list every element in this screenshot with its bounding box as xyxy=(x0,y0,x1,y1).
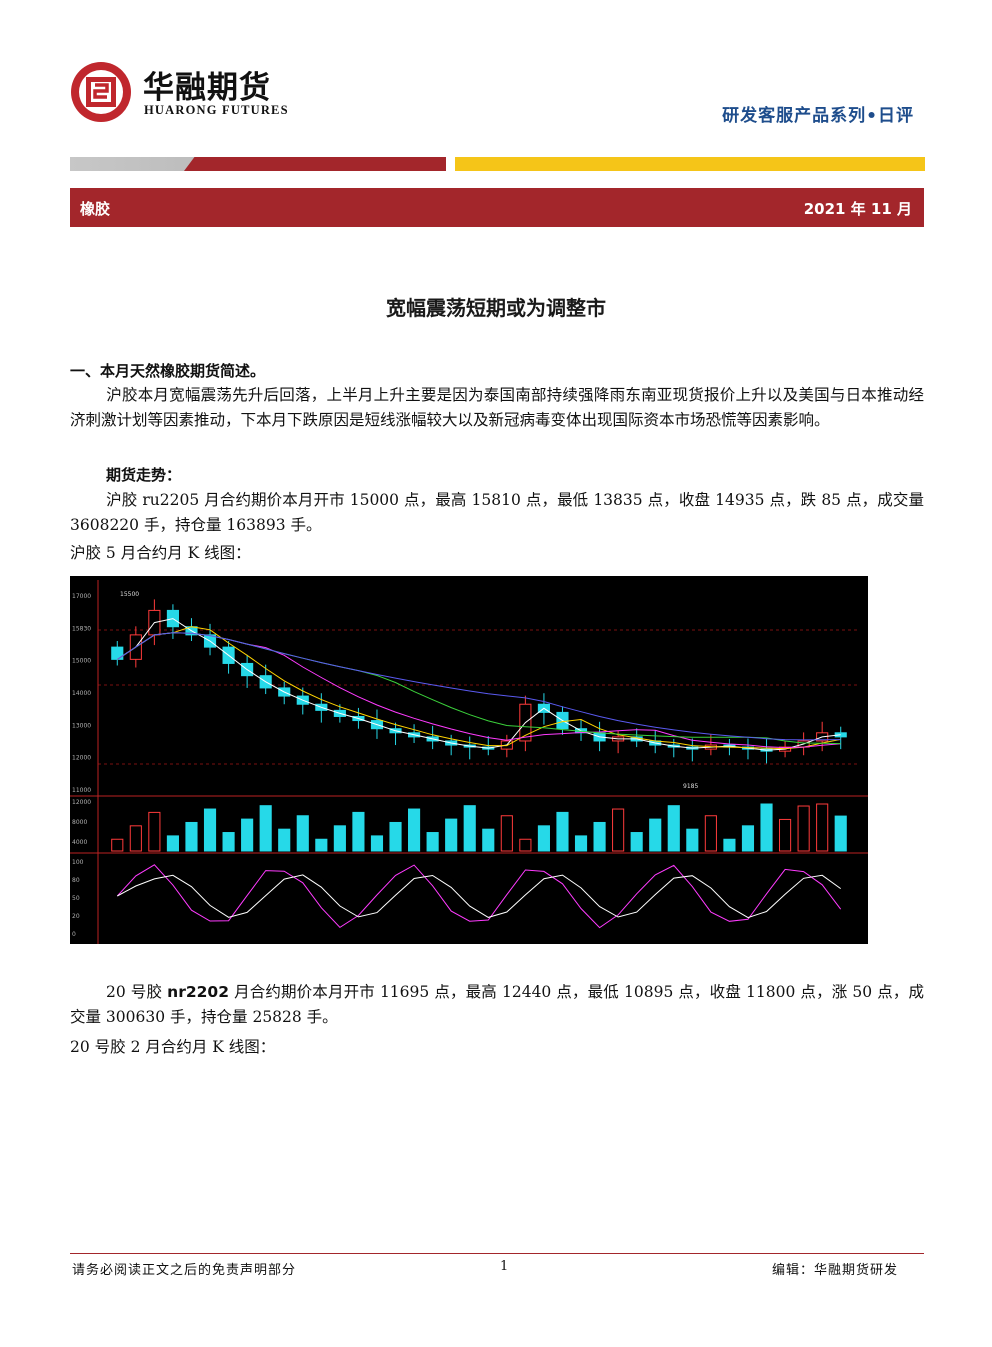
volume-bar xyxy=(296,815,309,852)
price-tick-label: 17000 xyxy=(72,593,91,600)
volume-bar xyxy=(426,832,439,852)
header-bar-yellow xyxy=(455,157,925,171)
volume-bar xyxy=(389,821,402,852)
volume-bar xyxy=(556,811,569,852)
volume-bar xyxy=(704,815,717,852)
volume-bar xyxy=(760,803,773,852)
volume-bar xyxy=(111,838,124,852)
footer-disclaimer: 请务必阅读正文之后的免责声明部分 xyxy=(72,1263,297,1278)
volume-bar xyxy=(408,808,421,852)
price-tick-label: 13000 xyxy=(72,722,91,729)
ru-text: 沪胶 ru2205 月合约期价本月开市 15000 点，最高 15810 点，最… xyxy=(70,491,924,534)
volume-bar xyxy=(241,818,254,852)
volume-bar xyxy=(593,821,606,852)
ru-kline-chart: 17000 15830 15000 14000 13000 12000 11000 15500… xyxy=(70,576,868,944)
oscillator-tick-label: 0 xyxy=(72,931,76,938)
oscillator-tick-label: 20 xyxy=(72,913,80,920)
volume-bar xyxy=(797,805,810,852)
footer-editor: 编辑：华融期货研发 xyxy=(771,1263,898,1278)
volume-bar xyxy=(816,803,829,852)
company-name-en: HUARONG FUTURES xyxy=(144,103,289,117)
volume-tick-label: 8000 xyxy=(72,819,87,826)
trend-subheading: 期货走势： xyxy=(106,466,182,484)
volume-bar xyxy=(630,832,643,852)
volume-bar xyxy=(315,838,328,852)
high-label: 15500 xyxy=(120,591,139,598)
header-bar-red xyxy=(184,157,446,171)
category-label: 橡胶 xyxy=(80,200,111,218)
volume-bar xyxy=(667,805,680,852)
price-tick-label: 15830 xyxy=(72,625,91,632)
oscillator-tick-label: 100 xyxy=(72,859,84,866)
price-tick-label: 15000 xyxy=(72,658,91,665)
volume-bar xyxy=(574,835,588,852)
footer-divider xyxy=(70,1253,924,1254)
price-tick-label: 14000 xyxy=(72,690,91,697)
volume-tick-label: 4000 xyxy=(72,839,87,846)
volume-bar xyxy=(482,828,495,852)
volume-bar xyxy=(741,825,755,852)
volume-bar xyxy=(834,815,847,852)
volume-bar xyxy=(185,821,198,852)
ru-chart-caption: 沪胶 5 月合约月 K 线图： xyxy=(70,544,251,562)
report-date: 2021 年 11 月 xyxy=(803,200,912,218)
summary-text: 沪胶本月宽幅震荡先升后回落，上半月上升主要是因为泰国南部持续强降雨东南亚现货报价… xyxy=(70,386,924,429)
category-banner: 橡胶 2021 年 11 月 xyxy=(70,188,924,227)
company-logo-icon xyxy=(71,62,131,122)
volume-bar xyxy=(333,825,346,852)
volume-tick-label: 12000 xyxy=(72,799,91,806)
volume-bar xyxy=(537,825,550,852)
report-series: 研发客服产品系列•日评 xyxy=(722,106,914,126)
volume-bar xyxy=(649,818,662,852)
candle-body xyxy=(111,646,124,660)
nr-chart-caption: 20 号胶 2 月合约月 K 线图： xyxy=(70,1038,276,1056)
price-tick-label: 11000 xyxy=(72,787,91,794)
volume-bar xyxy=(166,835,179,852)
page-title: 宽幅震荡短期或为调整市 xyxy=(386,296,606,320)
volume-bar xyxy=(352,811,365,852)
volume-bar xyxy=(686,828,699,852)
volume-bar xyxy=(203,808,217,852)
volume-bar xyxy=(779,818,792,852)
volume-bar xyxy=(129,825,142,852)
oscillator-tick-label: 50 xyxy=(72,895,80,902)
nr-text-pre: 20 号胶 xyxy=(106,983,168,1001)
nr-paragraph: 20 号胶 nr2202 月合约期价本月开市 11695 点，最高 12440 … xyxy=(70,980,924,1030)
volume-bar xyxy=(370,835,384,852)
oscillator-tick-label: 80 xyxy=(72,877,80,884)
low-label: 9185 xyxy=(683,783,698,790)
volume-bar xyxy=(278,828,291,852)
summary-paragraph: 沪胶本月宽幅震荡先升后回落，上半月上升主要是因为泰国南部持续强降雨东南亚现货报价… xyxy=(70,383,924,433)
volume-bar xyxy=(148,811,161,852)
volume-bar xyxy=(723,838,736,852)
volume-bar xyxy=(519,838,532,852)
volume-bar xyxy=(500,815,513,852)
page-number: 1 xyxy=(500,1259,509,1274)
volume-bar xyxy=(222,832,235,852)
section-heading: 一、本月天然橡胶期货简述。 xyxy=(70,362,266,380)
volume-bar xyxy=(259,805,272,852)
nr-code: nr2202 xyxy=(167,983,229,1001)
price-tick-label: 12000 xyxy=(72,755,91,762)
volume-bar xyxy=(612,808,625,852)
ru-paragraph: 沪胶 ru2205 月合约期价本月开市 15000 点，最高 15810 点，最… xyxy=(70,488,924,538)
volume-bar xyxy=(463,805,476,852)
volume-bar xyxy=(445,818,458,852)
company-name-cn: 华融期货 xyxy=(143,70,271,106)
